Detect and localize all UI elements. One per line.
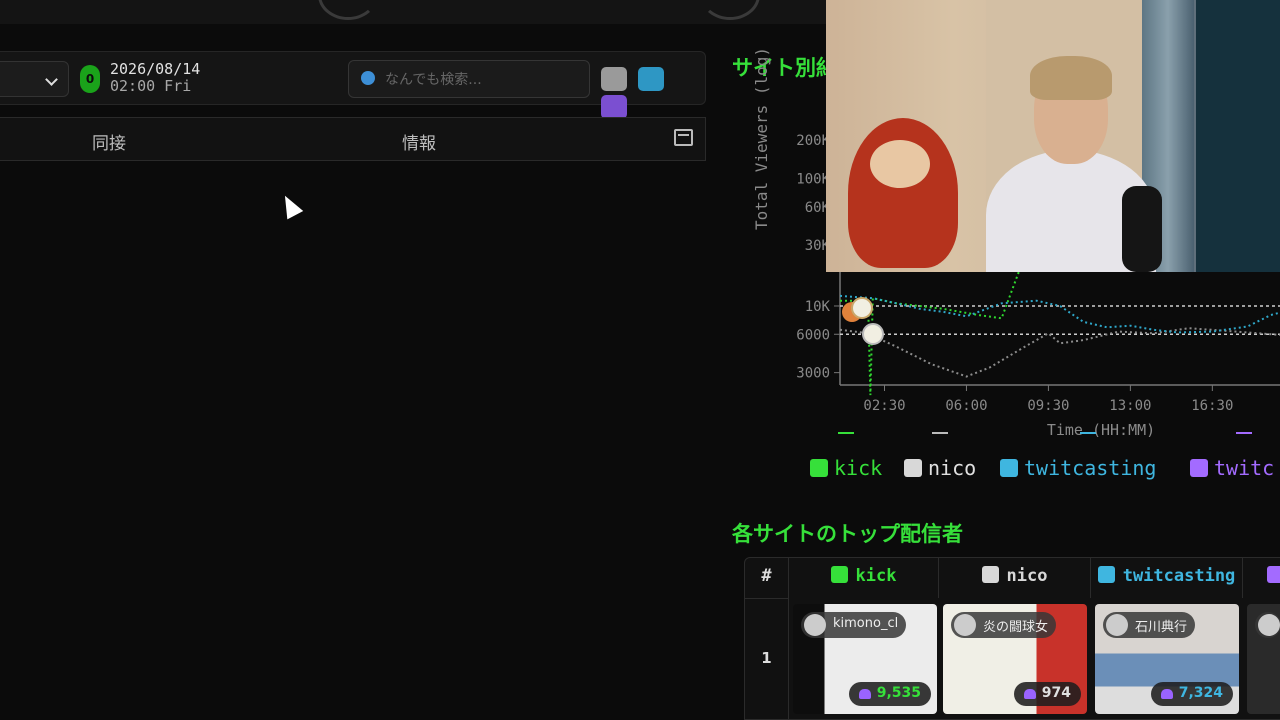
search-placeholder: なんでも検索... (385, 72, 482, 88)
top-card-twitch[interactable] (1247, 604, 1280, 714)
twitch-logo-icon (1190, 459, 1208, 477)
date-line: 2026/08/14 (110, 60, 201, 78)
col-kick: kick (789, 558, 939, 598)
webcam-person-hair (1030, 56, 1112, 100)
date-icon[interactable]: 0 (80, 65, 100, 93)
legend-twitch-marker (1236, 432, 1252, 434)
streamer-name-text: 石川典行 (1135, 620, 1188, 635)
twitch-logo-icon (1267, 566, 1280, 583)
twitcasting-filter-icon[interactable] (638, 67, 665, 91)
streamer-name-text: kimono_cl (833, 616, 899, 631)
legend-twitch-label: twitc (1214, 456, 1275, 480)
top-streamers-table: # kick nico twitcasting 1 kimono_cl 9,53… (744, 557, 1280, 720)
x-tick-label: 06:00 (945, 398, 987, 414)
search-icon (361, 71, 375, 85)
webcam-window (1196, 0, 1280, 272)
streamer-name: kimono_cl (801, 612, 907, 638)
legend-twitcasting-label: twitcasting (1024, 456, 1157, 480)
col-viewers[interactable]: 同接 (92, 129, 126, 154)
y-tick-label: 6000 (796, 327, 830, 343)
y-tick-label: 3000 (796, 366, 830, 382)
x-tick-label: 02:30 (863, 398, 905, 414)
avatar (954, 614, 976, 636)
streamer-name: 炎の闘球女 (951, 612, 1057, 638)
col-info[interactable]: 情報 (402, 129, 436, 154)
x-tick-label: 13:00 (1109, 398, 1151, 414)
kick-logo-icon (830, 566, 848, 583)
col-kick-label: kick (855, 566, 897, 586)
date-display[interactable]: 2026/08/14 02:00 Fri (110, 61, 200, 95)
webcam-microphone (1122, 186, 1162, 272)
legend-kick-marker (838, 432, 854, 434)
search-input[interactable]: なんでも検索... (348, 60, 590, 98)
site-filter-icons (601, 67, 705, 123)
legend-nico[interactable]: nico (904, 432, 977, 480)
kick-logo-icon (810, 459, 828, 477)
top-streamers-title: 各サイトのトップ配信者 (732, 522, 963, 546)
legend-twitcasting-marker (1080, 432, 1096, 434)
x-tick-label: 09:30 (1027, 398, 1069, 414)
legend-twitcasting[interactable]: twitcasting (1000, 432, 1157, 480)
viewer-count: 974 (1013, 682, 1081, 706)
twitcasting-logo-icon (1097, 566, 1115, 583)
nico-logo-icon (981, 566, 999, 583)
top-card-twitcasting[interactable]: 石川典行 7,324 (1095, 604, 1239, 714)
avatar (804, 614, 826, 636)
logo-arc-left (318, 0, 378, 20)
series-line-nico (839, 327, 1280, 378)
legend-kick-label: kick (834, 456, 883, 480)
col-rank: # (745, 558, 789, 598)
toolbar: 0 2026/08/14 02:00 Fri なんでも検索... (0, 51, 706, 119)
legend-twitch[interactable]: twitc (1190, 432, 1275, 480)
webcam-overlay (826, 0, 1280, 272)
col-twitcasting-label: twitcasting (1122, 566, 1236, 586)
legend-kick[interactable]: kick (810, 432, 883, 480)
x-tick-label: 16:30 (1191, 398, 1233, 414)
time-line: 02:00 Fri (110, 77, 192, 95)
series-line-twitcasting (839, 294, 1280, 334)
viewer-count: 9,535 (848, 682, 931, 706)
streamer-avatar (1255, 612, 1280, 638)
streamer-avatar-marker (851, 297, 873, 319)
top-card-kick[interactable]: kimono_cl 9,535 (793, 604, 937, 714)
site-chart-title: サイト別絲 (732, 56, 837, 80)
avatar (1106, 614, 1128, 636)
top-card-nico[interactable]: 炎の闘球女 974 (943, 604, 1087, 714)
col-nico: nico (939, 558, 1091, 598)
streamer-avatar-marker (862, 323, 884, 345)
streamer-name-text: 炎の闘球女 (983, 620, 1049, 635)
stream-table-header: 同接 情報 (0, 117, 706, 161)
legend-nico-marker (932, 432, 948, 434)
calendar-icon[interactable] (674, 129, 693, 146)
mouse-cursor (277, 191, 304, 220)
legend-nico-label: nico (928, 456, 977, 480)
y-axis-label: Total Viewers (log) (752, 46, 771, 230)
twitch-filter-icon[interactable] (601, 95, 627, 119)
twitcasting-logo-icon (1000, 459, 1018, 477)
avatar (1258, 614, 1280, 636)
y-tick-label: 10K (805, 299, 831, 315)
nico-filter-icon[interactable] (601, 67, 627, 91)
chevron-down-icon (45, 73, 58, 86)
col-nico-label: nico (1006, 566, 1048, 586)
viewer-count: 7,324 (1150, 682, 1233, 706)
row-rank: 1 (745, 598, 789, 720)
col-twitch (1267, 558, 1280, 598)
chart-legend: kick nico twitcasting twitc (810, 432, 1280, 488)
streamer-name: 石川典行 (1103, 612, 1196, 638)
category-select[interactable] (0, 61, 69, 97)
nico-logo-icon (904, 459, 922, 477)
webcam-plush-face (870, 140, 930, 188)
header-strip (0, 0, 826, 24)
col-twitcasting: twitcasting (1091, 558, 1243, 598)
